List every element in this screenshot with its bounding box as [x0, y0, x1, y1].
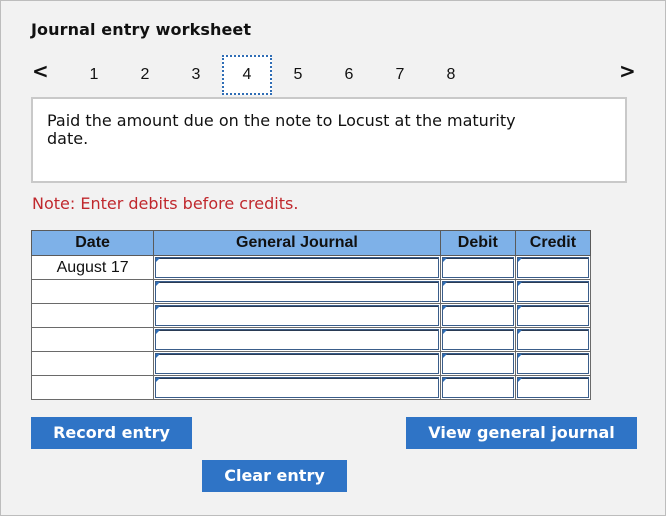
account-input[interactable] — [155, 377, 439, 398]
account-cell — [153, 327, 441, 352]
step-tab-7[interactable]: 7 — [375, 55, 425, 95]
debit-cell — [439, 351, 516, 376]
date-column-header: Date — [30, 230, 155, 256]
account-cell — [153, 279, 441, 304]
table-row — [30, 303, 592, 328]
account-input[interactable] — [155, 281, 439, 302]
account-cell — [153, 351, 441, 376]
debit-column-header: Debit — [439, 230, 516, 256]
date-cell — [30, 303, 155, 328]
credit-cell — [514, 375, 592, 400]
date-cell: August 17 — [30, 255, 155, 280]
table-row: August 17 — [30, 255, 592, 280]
debit-cell — [439, 327, 516, 352]
account-cell — [153, 375, 441, 400]
clear-entry-button[interactable]: Clear entry — [202, 460, 347, 492]
chevron-right-icon[interactable]: > — [619, 59, 636, 83]
step-tab-2[interactable]: 2 — [120, 55, 170, 95]
step-tab-8[interactable]: 8 — [426, 55, 476, 95]
date-cell — [30, 279, 155, 304]
transaction-prompt-box: Paid the amount due on the note to Locus… — [31, 97, 627, 183]
account-input[interactable] — [155, 353, 439, 374]
credit-input[interactable] — [516, 377, 589, 398]
credit-column-header: Credit — [514, 230, 592, 256]
account-input[interactable] — [155, 329, 439, 350]
credit-input[interactable] — [516, 329, 589, 350]
step-tab-6[interactable]: 6 — [324, 55, 374, 95]
table-row — [30, 375, 592, 400]
instruction-note: Note: Enter debits before credits. — [32, 194, 299, 213]
general-journal-column-header: General Journal — [153, 230, 441, 256]
credit-input[interactable] — [516, 353, 589, 374]
journal-entry-table: Date General Journal Debit Credit August… — [30, 230, 592, 400]
date-cell — [30, 351, 155, 376]
debit-cell — [439, 375, 516, 400]
account-cell — [153, 303, 441, 328]
record-entry-button[interactable]: Record entry — [31, 417, 192, 449]
date-cell — [30, 327, 155, 352]
step-tab-1[interactable]: 1 — [69, 55, 119, 95]
credit-input[interactable] — [516, 305, 589, 326]
credit-cell — [514, 327, 592, 352]
debit-cell — [439, 255, 516, 280]
view-general-journal-button[interactable]: View general journal — [406, 417, 637, 449]
debit-cell — [439, 303, 516, 328]
credit-input[interactable] — [516, 257, 589, 278]
credit-cell — [514, 351, 592, 376]
debit-input[interactable] — [441, 353, 514, 374]
debit-input[interactable] — [441, 377, 514, 398]
date-cell — [30, 375, 155, 400]
table-row — [30, 327, 592, 352]
chevron-left-icon[interactable]: < — [32, 59, 49, 83]
credit-input[interactable] — [516, 281, 589, 302]
worksheet-panel: Journal entry worksheet < 1 2 3 4 5 6 7 … — [0, 0, 666, 516]
debit-input[interactable] — [441, 329, 514, 350]
step-tab-4[interactable]: 4 — [222, 55, 272, 95]
debit-cell — [439, 279, 516, 304]
step-tab-5[interactable]: 5 — [273, 55, 323, 95]
worksheet-title: Journal entry worksheet — [31, 20, 252, 39]
account-input[interactable] — [155, 257, 439, 278]
table-header-row: Date General Journal Debit Credit — [30, 230, 592, 256]
account-cell — [153, 255, 441, 280]
credit-cell — [514, 303, 592, 328]
credit-cell — [514, 255, 592, 280]
account-input[interactable] — [155, 305, 439, 326]
debit-input[interactable] — [441, 257, 514, 278]
debit-input[interactable] — [441, 305, 514, 326]
transaction-prompt: Paid the amount due on the note to Locus… — [47, 111, 516, 148]
step-tab-3[interactable]: 3 — [171, 55, 221, 95]
debit-input[interactable] — [441, 281, 514, 302]
table-row — [30, 279, 592, 304]
table-row — [30, 351, 592, 376]
credit-cell — [514, 279, 592, 304]
